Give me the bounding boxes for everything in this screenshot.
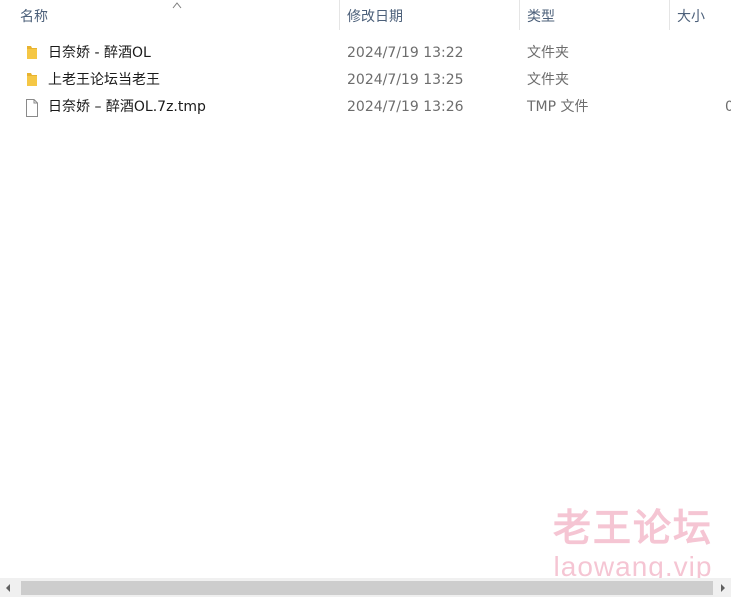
file-name: 日奈娇 – 醉酒OL.7z.tmp: [48, 99, 206, 115]
file-date-modified: 2024/7/19 13:25: [347, 72, 464, 88]
file-type: 文件夹: [527, 72, 569, 88]
column-header-name[interactable]: 名称: [12, 0, 339, 34]
file-date-modified: 2024/7/19 13:22: [347, 45, 464, 61]
folder-icon: [24, 67, 40, 94]
file-list: 日奈娇 - 醉酒OL 2024/7/19 13:22 文件夹 上老王论坛当老王 …: [0, 40, 731, 121]
file-type: 文件夹: [527, 45, 569, 61]
scroll-right-arrow-icon[interactable]: [717, 581, 729, 595]
file-row[interactable]: 上老王论坛当老王 2024/7/19 13:25 文件夹: [0, 67, 731, 94]
horizontal-scrollbar[interactable]: [0, 578, 731, 597]
file-size: 0: [725, 99, 731, 115]
column-header-size[interactable]: 大小: [669, 0, 731, 34]
file-icon: [24, 94, 40, 121]
column-header-type[interactable]: 类型: [519, 0, 669, 34]
file-type: TMP 文件: [527, 99, 589, 115]
watermark-title: 老王论坛: [552, 506, 713, 550]
watermark: 老王论坛 laowang.vip: [553, 505, 713, 583]
file-name: 日奈娇 - 醉酒OL: [48, 45, 151, 61]
file-name: 上老王论坛当老王: [48, 72, 160, 88]
file-explorer: 名称 修改日期 类型 大小 日奈娇 - 醉酒OL 2024/7/19 13:22…: [0, 0, 731, 597]
file-date-modified: 2024/7/19 13:26: [347, 99, 464, 115]
column-header-date-modified[interactable]: 修改日期: [339, 0, 519, 34]
folder-icon: [24, 40, 40, 67]
file-row[interactable]: 日奈娇 - 醉酒OL 2024/7/19 13:22 文件夹: [0, 40, 731, 67]
scroll-left-arrow-icon[interactable]: [2, 581, 14, 595]
column-header-bar: 名称 修改日期 类型 大小: [0, 0, 731, 34]
file-row[interactable]: 日奈娇 – 醉酒OL.7z.tmp 2024/7/19 13:26 TMP 文件…: [0, 94, 731, 121]
scrollbar-thumb[interactable]: [21, 581, 713, 595]
